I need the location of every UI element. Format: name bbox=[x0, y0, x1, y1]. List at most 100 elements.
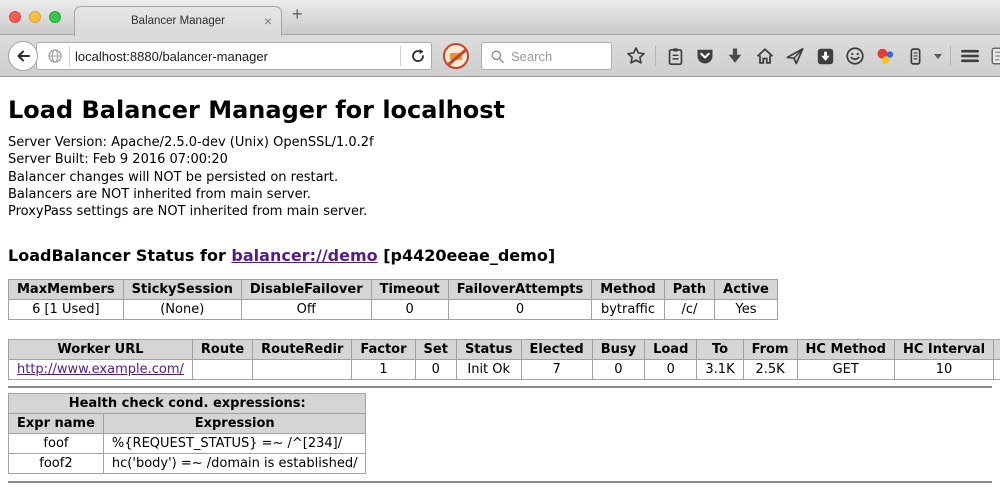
cell-expr-name: foof bbox=[9, 434, 104, 454]
navigation-toolbar: localhost:8880/balancer-manager Search bbox=[0, 35, 1000, 77]
search-icon bbox=[490, 49, 505, 64]
plugin-blocked-button[interactable] bbox=[443, 43, 469, 69]
col-header: Path bbox=[664, 280, 714, 300]
video-download-icon[interactable] bbox=[814, 45, 836, 67]
back-button[interactable] bbox=[8, 41, 38, 71]
zoom-window-button[interactable] bbox=[49, 11, 61, 23]
search-bar[interactable]: Search bbox=[481, 42, 612, 70]
close-window-button[interactable] bbox=[9, 11, 21, 23]
worker-table: Worker URL Route RouteRedir Factor Set S… bbox=[8, 339, 1000, 380]
col-header: Status bbox=[456, 340, 521, 360]
col-header: MaxMembers bbox=[9, 280, 124, 300]
section-divider bbox=[8, 386, 992, 388]
search-placeholder: Search bbox=[511, 49, 552, 64]
cell-status: Init Ok bbox=[456, 360, 521, 380]
cell-stickysession: (None) bbox=[123, 300, 241, 320]
send-page-icon[interactable] bbox=[784, 45, 806, 67]
col-header: HC Method bbox=[797, 340, 894, 360]
browser-window: Balancer Manager × + localhost:8880/bala… bbox=[0, 0, 1000, 491]
url-bar[interactable]: localhost:8880/balancer-manager bbox=[36, 42, 432, 70]
server-version-line: Server Version: Apache/2.5.0-dev (Unix) … bbox=[8, 134, 992, 151]
cell-method: bytraffic bbox=[592, 300, 664, 320]
status-prefix: LoadBalancer Status for bbox=[8, 246, 231, 265]
new-tab-button[interactable]: + bbox=[292, 4, 303, 25]
tab-groups-icon[interactable] bbox=[989, 45, 1000, 67]
cell-passes: 1 (0) bbox=[994, 360, 1000, 380]
cell-hc-method: GET bbox=[797, 360, 894, 380]
col-header: Active bbox=[715, 280, 778, 300]
titlebar: Balancer Manager × + bbox=[0, 0, 1000, 35]
reading-list-icon[interactable] bbox=[664, 45, 686, 67]
balancer-status-heading: LoadBalancer Status for balancer://demo … bbox=[8, 246, 992, 265]
col-header: HC Interval bbox=[894, 340, 993, 360]
col-header: DisableFailover bbox=[241, 280, 371, 300]
cell-disablefailover: Off bbox=[241, 300, 371, 320]
menu-icon[interactable] bbox=[959, 45, 981, 67]
emoji-extension-icon[interactable] bbox=[844, 45, 866, 67]
page-content: Load Balancer Manager for localhost Serv… bbox=[0, 96, 1000, 483]
cell-expr-name: foof2 bbox=[9, 454, 104, 474]
worker-data-row: http://www.example.com/ 1 0 Init Ok 7 0 … bbox=[9, 360, 1000, 380]
downloads-icon[interactable] bbox=[724, 45, 746, 67]
reload-button[interactable] bbox=[405, 43, 431, 69]
col-header: Set bbox=[415, 340, 456, 360]
cell-maxmembers: 6 [1 Used] bbox=[9, 300, 124, 320]
bookmark-star-icon[interactable] bbox=[625, 45, 647, 67]
server-built-line: Server Built: Feb 9 2016 07:00:20 bbox=[8, 151, 992, 168]
page-title: Load Balancer Manager for localhost bbox=[8, 96, 992, 124]
urlbar-divider bbox=[400, 46, 401, 66]
balancer-data-row: 6 [1 Used] (None) Off 0 0 bytraffic /c/ … bbox=[9, 300, 778, 320]
worker-header-row: Worker URL Route RouteRedir Factor Set S… bbox=[9, 340, 1000, 360]
col-header: Elected bbox=[521, 340, 592, 360]
window-controls bbox=[9, 11, 61, 23]
cell-route bbox=[192, 360, 252, 380]
col-header: Factor bbox=[352, 340, 415, 360]
reload-icon bbox=[410, 48, 426, 64]
url-text[interactable]: localhost:8880/balancer-manager bbox=[75, 49, 398, 64]
cell-expression: hc('body') =~ /domain is established/ bbox=[103, 454, 366, 474]
balancer-header-row: MaxMembers StickySession DisableFailover… bbox=[9, 280, 778, 300]
page-bottom-divider bbox=[8, 481, 992, 483]
minimize-window-button[interactable] bbox=[29, 11, 41, 23]
overflow-caret-icon[interactable] bbox=[934, 54, 942, 59]
cell-timeout: 0 bbox=[371, 300, 448, 320]
worker-url-link[interactable]: http://www.example.com/ bbox=[17, 362, 184, 377]
toolbar-divider bbox=[950, 46, 951, 66]
health-check-table: Health check cond. expressions: Expr nam… bbox=[8, 393, 366, 474]
col-header: Timeout bbox=[371, 280, 448, 300]
tab-close-icon[interactable]: × bbox=[264, 7, 272, 35]
cell-expression: %{REQUEST_STATUS} =~ /^[234]/ bbox=[103, 434, 366, 454]
health-title-row: Health check cond. expressions: bbox=[9, 394, 366, 414]
colorful-extension-icon[interactable] bbox=[874, 45, 896, 67]
note-line: ProxyPass settings are NOT inherited fro… bbox=[8, 203, 992, 220]
cell-to: 3.1K bbox=[697, 360, 743, 380]
balancer-link[interactable]: balancer://demo bbox=[231, 246, 377, 265]
note-line: Balancer changes will NOT be persisted o… bbox=[8, 169, 992, 186]
col-header: Route bbox=[192, 340, 252, 360]
health-table-title: Health check cond. expressions: bbox=[9, 394, 366, 414]
cell-worker-url: http://www.example.com/ bbox=[9, 360, 193, 380]
tab-title: Balancer Manager bbox=[75, 7, 281, 36]
pocket-icon[interactable] bbox=[694, 45, 716, 67]
col-header: Worker URL bbox=[9, 340, 193, 360]
col-header: StickySession bbox=[123, 280, 241, 300]
cell-busy: 0 bbox=[592, 360, 644, 380]
health-data-row: foof2 hc('body') =~ /domain is establish… bbox=[9, 454, 366, 474]
cell-routeredir bbox=[253, 360, 352, 380]
note-line: Balancers are NOT inherited from main se… bbox=[8, 186, 992, 203]
cell-elected: 7 bbox=[521, 360, 592, 380]
browser-tab[interactable]: Balancer Manager × bbox=[74, 6, 282, 36]
col-header: Passes bbox=[994, 340, 1000, 360]
col-header: Load bbox=[645, 340, 697, 360]
col-header: From bbox=[743, 340, 797, 360]
toolbar-icons bbox=[625, 35, 1000, 77]
col-header: FailoverAttempts bbox=[448, 280, 592, 300]
col-header: RouteRedir bbox=[253, 340, 352, 360]
cell-hc-interval: 10 bbox=[894, 360, 993, 380]
status-suffix: [p4420eeae_demo] bbox=[378, 246, 556, 265]
cell-factor: 1 bbox=[352, 360, 415, 380]
health-header-row: Expr name Expression bbox=[9, 414, 366, 434]
clipper-extension-icon[interactable] bbox=[904, 45, 926, 67]
col-header: Method bbox=[592, 280, 664, 300]
home-icon[interactable] bbox=[754, 45, 776, 67]
